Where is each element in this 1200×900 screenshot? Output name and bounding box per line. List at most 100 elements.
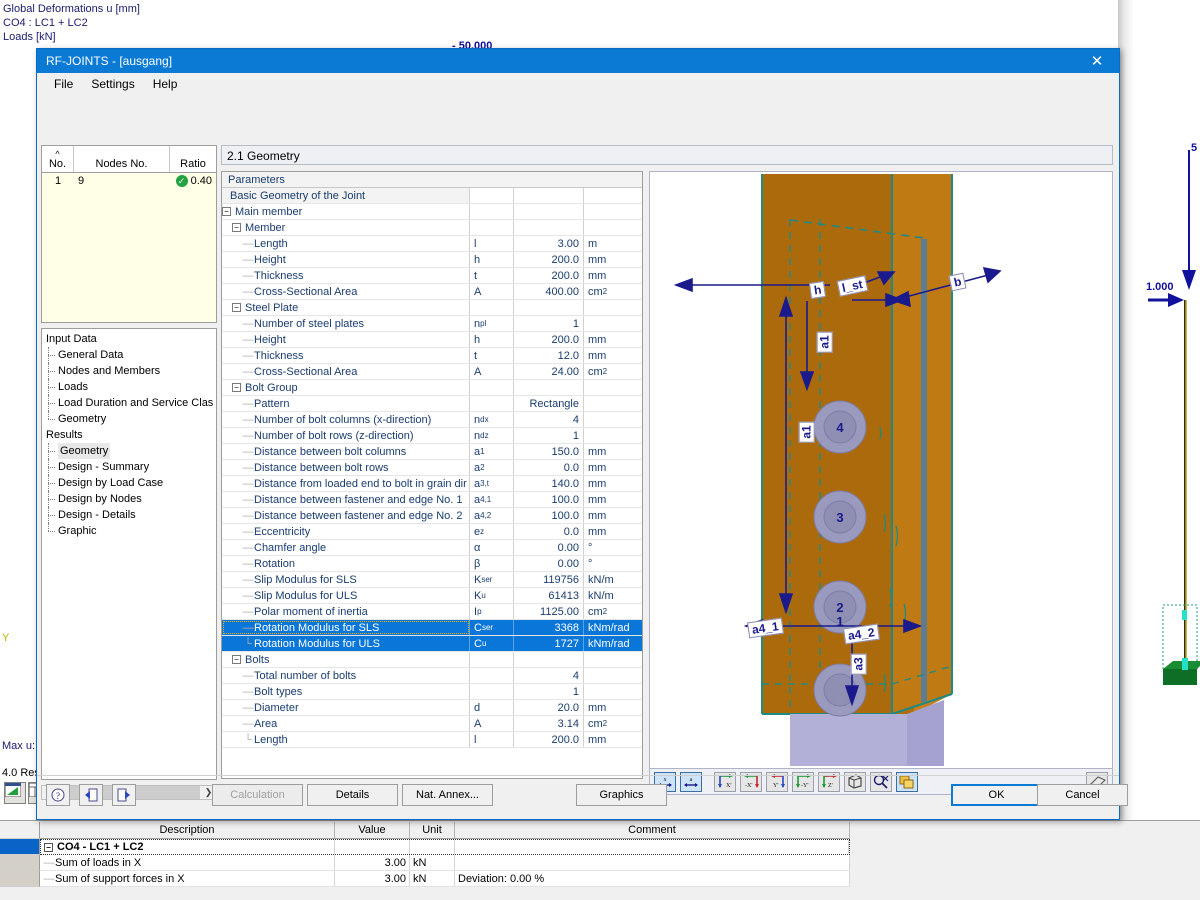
navigation-tree[interactable]: Input Data General Data Nodes and Member… [41,328,217,780]
parameter-row[interactable]: —Number of bolt columns (x-direction)ndx… [222,412,642,428]
parameter-row[interactable]: —Heighth200.0mm [222,252,642,268]
parameter-row[interactable]: —Total number of bolts4 [222,668,642,684]
sidebar-item-graphic[interactable]: Graphic [44,523,216,539]
details-button[interactable]: Details [307,784,398,806]
graphics-canvas[interactable]: 4 3 2 1 h l_st b a1 a1 a4_1 a4_2 a3 [652,174,1110,766]
parameter-name: —Distance between bolt columns [222,444,470,459]
parameter-name: —Thickness [222,348,470,363]
parameter-row[interactable]: —Heighth200.0mm [222,332,642,348]
collapse-icon[interactable]: − [232,383,241,392]
parameter-name: −Steel Plate [222,300,470,315]
parameter-row[interactable]: —Polar moment of inertiaIp1125.00cm2 [222,604,642,620]
bg-toolbar-spreadsheet-icon[interactable] [4,782,26,804]
tree-group-input-data[interactable]: Input Data [44,331,216,347]
sidebar-item-label[interactable]: Geometry [58,443,110,459]
parameter-label: Bolt Group [245,382,298,394]
tree-leaf-dash: — [242,526,254,538]
parameter-row[interactable]: └Rotation Modulus for ULSCu1727kNm/rad [222,636,642,652]
parameter-row[interactable]: —Eccentricityez0.0mm [222,524,642,540]
parameter-unit [584,300,642,315]
parameter-label: Number of bolt columns (x-direction) [254,414,431,426]
help-button[interactable]: ? [46,784,70,806]
parameter-row[interactable]: —Cross-Sectional AreaA400.00cm2 [222,284,642,300]
sidebar-item-general-data[interactable]: General Data [44,347,216,363]
sidebar-item-loads[interactable]: Loads [44,379,216,395]
parameter-row[interactable]: —Chamfer angleα0.00° [222,540,642,556]
sidebar-item-design-details[interactable]: Design - Details [44,507,216,523]
parameter-unit [584,220,642,235]
previous-module-button[interactable] [79,784,103,806]
parameter-row[interactable]: −Bolt Group [222,380,642,396]
parameter-row[interactable]: —Cross-Sectional AreaA24.00cm2 [222,364,642,380]
collapse-icon[interactable]: − [222,207,231,216]
tree-leaf-dash: — [242,366,254,378]
collapse-icon[interactable]: − [232,655,241,664]
menu-item-settings[interactable]: Settings [82,75,143,93]
parameter-row[interactable]: —Diameterd20.0mm [222,700,642,716]
parameter-row[interactable]: —Number of steel platesnpl1 [222,316,642,332]
nodes-table[interactable]: ^ No. Nodes No. Ratio 1 9 ✓ 0.40 [41,145,217,323]
parameter-row[interactable]: −Member [222,220,642,236]
table-row[interactable]: 1 9 ✓ 0.40 [42,173,216,189]
parameter-row[interactable]: −Steel Plate [222,300,642,316]
parameter-row[interactable]: —Distance between fastener and edge No. … [222,508,642,524]
parameter-row[interactable]: └Lengthl200.0mm [222,732,642,748]
next-module-button[interactable] [112,784,136,806]
parameter-row[interactable]: −Main member [222,204,642,220]
parameter-row[interactable]: —Bolt types1 [222,684,642,700]
parameter-unit: kN/m [584,572,642,587]
bg-table-row[interactable]: —Sum of loads in X 3.00 kN [40,855,850,871]
bg-row-description: CO4 - LC1 + LC2 [57,841,144,853]
parameter-grid[interactable]: Parameters Basic Geometry of the Joint−M… [221,171,643,779]
parameter-label: Pattern [254,398,289,410]
graphics-viewport[interactable]: 4 3 2 1 h l_st b a1 a1 a4_1 a4_2 a3 [649,171,1113,769]
parameter-row[interactable]: —Thicknesst12.0mm [222,348,642,364]
parameter-unit: ° [584,540,642,555]
cancel-button[interactable]: Cancel [1037,784,1128,806]
sidebar-item-geometry-input[interactable]: Geometry [44,411,216,427]
parameter-row[interactable]: —Distance between bolt rowsa20.0mm [222,460,642,476]
parameter-row[interactable]: −Bolts [222,652,642,668]
parameter-value: 4 [514,412,584,427]
sidebar-item-nodes-and-members[interactable]: Nodes and Members [44,363,216,379]
tree-group-results[interactable]: Results [44,427,216,443]
parameter-row[interactable]: —Distance from loaded end to bolt in gra… [222,476,642,492]
parameter-row[interactable]: —Number of bolt rows (z-direction)ndz1 [222,428,642,444]
sidebar-item-design-by-load-case[interactable]: Design by Load Case [44,475,216,491]
graphics-button[interactable]: Graphics [576,784,667,806]
parameter-row[interactable]: —Distance between bolt columnsa1150.0mm [222,444,642,460]
close-icon[interactable]: ✕ [1075,49,1119,73]
national-annex-button[interactable]: Nat. Annex... [402,784,493,806]
collapse-icon[interactable]: − [232,223,241,232]
parameter-row[interactable]: —AreaA3.14cm2 [222,716,642,732]
parameter-name: —Distance between fastener and edge No. … [222,492,470,507]
collapse-icon[interactable]: − [232,303,241,312]
parameter-row[interactable]: —Slip Modulus for SLSKser119756kN/m [222,572,642,588]
tree-leaf-dash: — [242,686,254,698]
parameter-row[interactable]: —Thicknesst200.0mm [222,268,642,284]
parameter-unit [584,204,642,219]
parameter-row[interactable]: —Rotation Modulus for SLSCser3368kNm/rad [222,620,642,636]
ok-button[interactable]: OK [951,784,1042,806]
parameter-row[interactable]: Basic Geometry of the Joint [222,188,642,204]
bg-row-unit: kN [410,871,455,886]
parameter-symbol [470,220,514,235]
tree-leaf-dash: — [242,350,254,362]
menu-item-help[interactable]: Help [144,75,187,93]
sidebar-item-design-summary[interactable]: Design - Summary [44,459,216,475]
parameter-value: 1125.00 [514,604,584,619]
menu-item-file[interactable]: File [45,75,82,93]
parameter-row[interactable]: —Lengthl3.00m [222,236,642,252]
parameter-row[interactable]: —PatternRectangle [222,396,642,412]
parameter-row[interactable]: —Distance between fastener and edge No. … [222,492,642,508]
collapse-icon[interactable]: − [44,843,53,852]
bg-table-row[interactable]: −CO4 - LC1 + LC2 [40,839,850,855]
parameter-symbol: Ku [470,588,514,603]
calculation-button[interactable]: Calculation [212,784,303,806]
sidebar-item-design-by-nodes[interactable]: Design by Nodes [44,491,216,507]
dialog-titlebar[interactable]: RF-JOINTS - [ausgang] ✕ [37,49,1119,73]
sidebar-item-load-duration[interactable]: Load Duration and Service Clas [44,395,216,411]
parameter-row[interactable]: —Rotationβ0.00° [222,556,642,572]
parameter-row[interactable]: —Slip Modulus for ULSKu61413kN/m [222,588,642,604]
bg-table-row[interactable]: —Sum of support forces in X 3.00 kN Devi… [40,871,850,887]
